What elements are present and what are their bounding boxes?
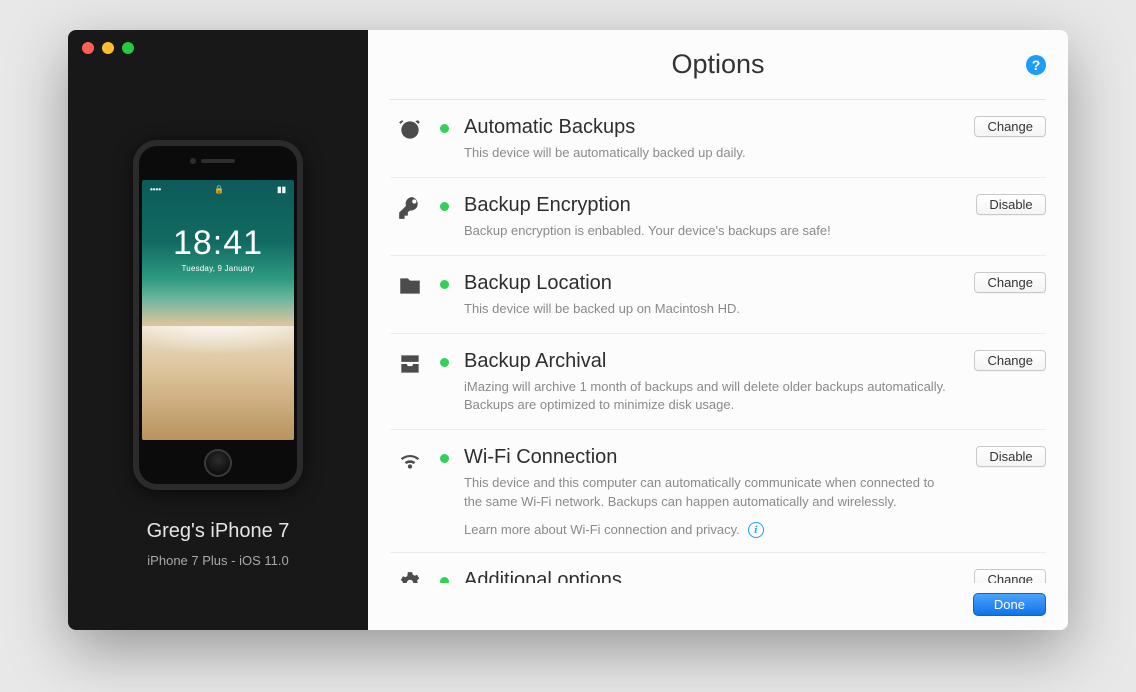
- change-additional-button[interactable]: Change: [974, 569, 1046, 583]
- phone-screen: ••••🔒▮▮ 18:41 Tuesday, 9 January: [142, 180, 294, 440]
- panel-footer: Done: [368, 583, 1068, 630]
- gears-icon: [397, 570, 423, 583]
- row-backup-archival: Backup Archival iMazing will archive 1 m…: [390, 334, 1046, 431]
- row-desc: iMazing will archive 1 month of backups …: [464, 378, 952, 416]
- device-preview: ••••🔒▮▮ 18:41 Tuesday, 9 January: [133, 140, 303, 490]
- phone-home-button: [204, 449, 232, 477]
- row-backup-encryption: Backup Encryption Backup encryption is e…: [390, 178, 1046, 256]
- learn-more-text: Learn more about Wi-Fi connection and pr…: [464, 522, 740, 537]
- options-window: ••••🔒▮▮ 18:41 Tuesday, 9 January Greg's …: [68, 30, 1068, 630]
- status-dot: [440, 358, 449, 367]
- panel-header: Options ?: [390, 30, 1046, 100]
- wifi-icon: [397, 447, 423, 538]
- status-dot: [440, 454, 449, 463]
- row-desc: This device and this computer can automa…: [464, 474, 952, 512]
- device-sidebar: ••••🔒▮▮ 18:41 Tuesday, 9 January Greg's …: [68, 30, 368, 630]
- window-controls: [82, 42, 134, 54]
- row-title: Additional options: [464, 567, 952, 583]
- phone-statusbar: ••••🔒▮▮: [142, 180, 294, 194]
- change-automatic-backups-button[interactable]: Change: [974, 116, 1046, 137]
- archive-tray-icon: [397, 351, 423, 416]
- options-list: Automatic Backups This device will be au…: [368, 100, 1068, 583]
- row-wifi-connection: Wi-Fi Connection This device and this co…: [390, 430, 1046, 553]
- status-dot: [440, 280, 449, 289]
- row-backup-location: Backup Location This device will be back…: [390, 256, 1046, 334]
- phone-camera: [190, 158, 196, 164]
- close-window-button[interactable]: [82, 42, 94, 54]
- page-title: Options: [671, 49, 764, 80]
- change-archival-button[interactable]: Change: [974, 350, 1046, 371]
- main-panel: Options ? Automatic Backups This device …: [368, 30, 1068, 630]
- phone-clock: 18:41: [173, 224, 263, 263]
- row-title: Automatic Backups: [464, 114, 952, 140]
- folder-icon: [397, 273, 423, 319]
- minimize-window-button[interactable]: [102, 42, 114, 54]
- row-desc: This device will be backed up on Macinto…: [464, 300, 952, 319]
- help-icon[interactable]: ?: [1026, 55, 1046, 75]
- phone-date: Tuesday, 9 January: [182, 264, 255, 273]
- wifi-learn-more: Learn more about Wi-Fi connection and pr…: [464, 522, 952, 538]
- info-icon[interactable]: i: [748, 522, 764, 538]
- row-title: Backup Archival: [464, 348, 952, 374]
- change-location-button[interactable]: Change: [974, 272, 1046, 293]
- device-name-label: Greg's iPhone 7: [147, 520, 290, 543]
- alarm-clock-icon: [397, 117, 423, 163]
- disable-wifi-button[interactable]: Disable: [976, 446, 1046, 467]
- zoom-window-button[interactable]: [122, 42, 134, 54]
- row-desc: Backup encryption is enbabled. Your devi…: [464, 222, 952, 241]
- phone-speaker: [201, 159, 235, 163]
- status-dot: [440, 202, 449, 211]
- row-title: Wi-Fi Connection: [464, 444, 952, 470]
- row-title: Backup Location: [464, 270, 952, 296]
- row-additional-options: Additional options Low battery notificat…: [390, 553, 1046, 583]
- row-desc: This device will be automatically backed…: [464, 144, 952, 163]
- row-title: Backup Encryption: [464, 192, 952, 218]
- key-icon: [397, 195, 423, 241]
- disable-encryption-button[interactable]: Disable: [976, 194, 1046, 215]
- lock-icon: 🔒: [214, 185, 224, 194]
- done-button[interactable]: Done: [973, 593, 1046, 616]
- row-automatic-backups: Automatic Backups This device will be au…: [390, 100, 1046, 178]
- device-subtitle-label: iPhone 7 Plus - iOS 11.0: [147, 553, 288, 568]
- status-dot: [440, 124, 449, 133]
